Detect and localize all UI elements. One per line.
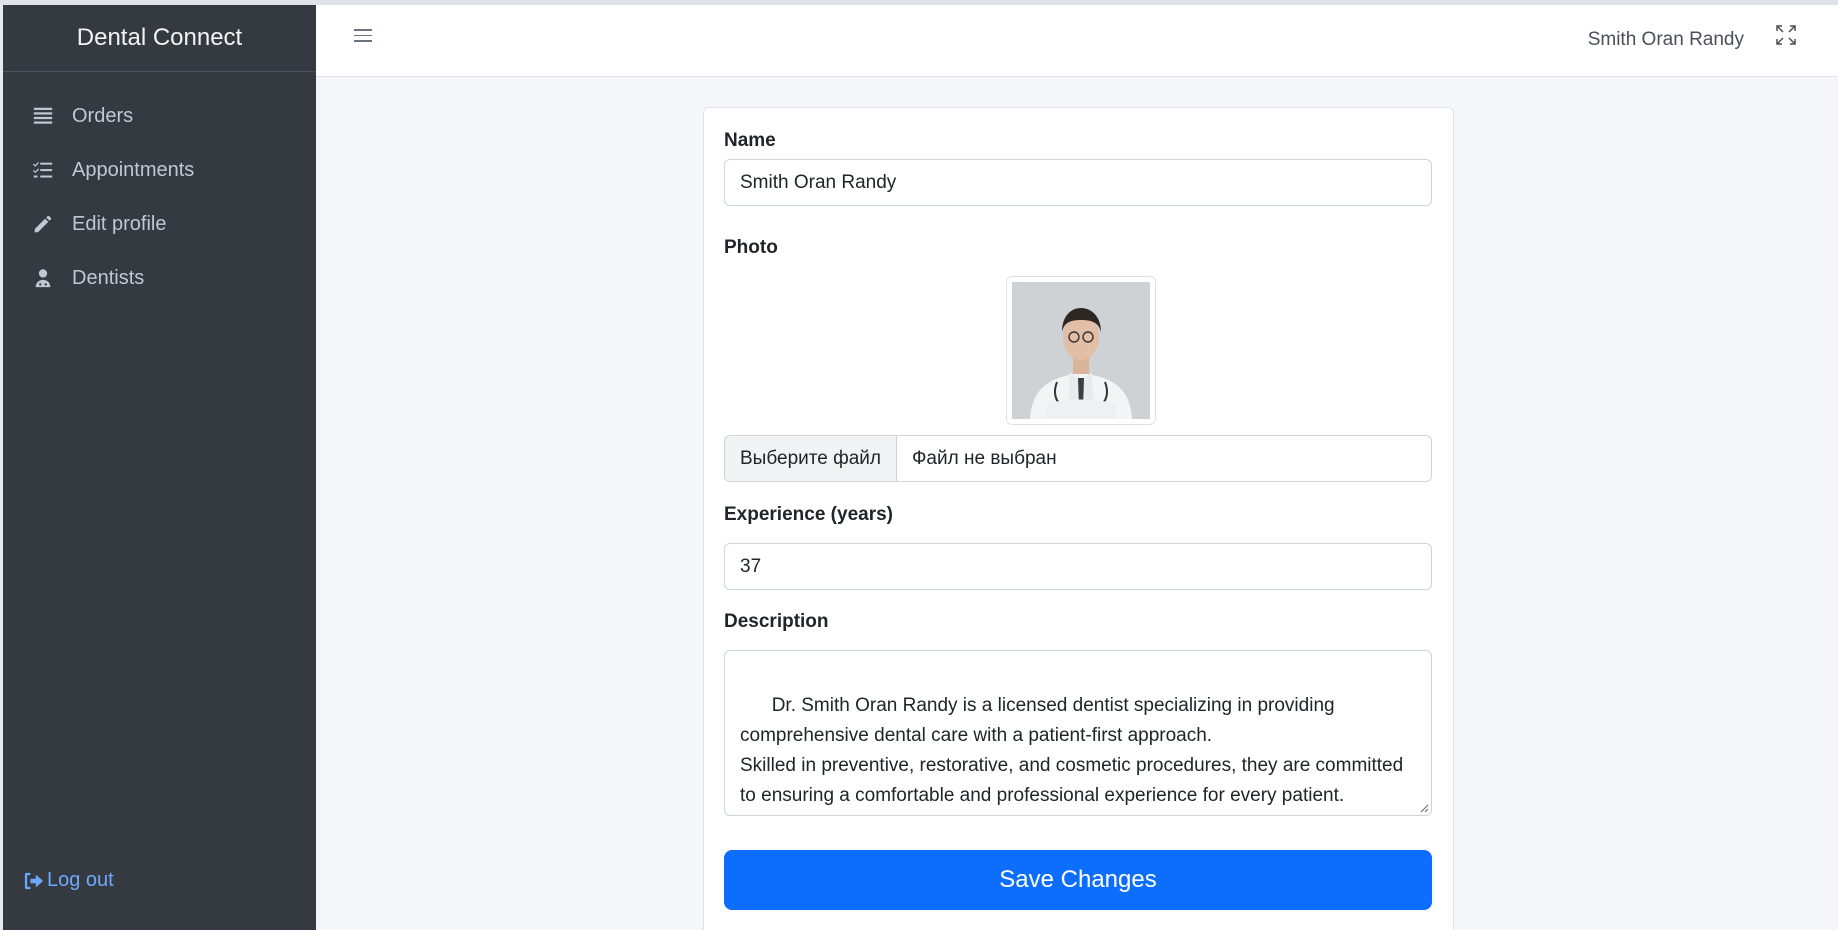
logout-label: Log out [47,869,114,891]
user-doctor-icon [31,266,55,290]
sign-out-icon [24,872,44,889]
description-label: Description [724,611,829,632]
choose-file-button[interactable]: Выберите файл [725,436,897,481]
name-input[interactable]: Smith Oran Randy [724,159,1432,206]
sidebar-item-appointments[interactable]: Appointments [3,143,316,197]
description-text: Dr. Smith Oran Randy is a licensed denti… [740,695,1404,806]
description-textarea[interactable]: Dr. Smith Oran Randy is a licensed denti… [724,650,1432,816]
header-user-name[interactable]: Smith Oran Randy [1588,29,1744,51]
resize-grip-icon[interactable] [1419,803,1429,813]
hamburger-menu-icon[interactable] [354,29,372,45]
save-changes-button[interactable]: Save Changes [724,850,1432,910]
doctor-photo [1012,282,1150,419]
sidebar-item-orders[interactable]: Orders [3,89,316,143]
logout-link[interactable]: Log out [23,869,114,892]
edit-profile-card: Name Smith Oran Randy Photo Выберите фай… [703,107,1454,930]
photo-file-input[interactable]: Выберите файл Файл не выбран [724,435,1432,482]
sidebar-nav: Orders Appointments Edit profile Dentist… [3,72,316,305]
sidebar-item-edit-profile[interactable]: Edit profile [3,197,316,251]
name-label: Name [724,130,776,151]
experience-input[interactable]: 37 [724,543,1432,590]
sidebar-item-label: Orders [72,104,134,127]
pencil-icon [31,212,55,236]
sidebar-item-dentists[interactable]: Dentists [3,251,316,305]
file-status-text: Файл не выбран [911,447,1057,469]
sidebar-item-label: Dentists [72,266,145,289]
brand-title[interactable]: Dental Connect [3,5,316,72]
checklist-icon [31,158,55,182]
profile-photo [1006,276,1156,425]
experience-label: Experience (years) [724,504,893,525]
photo-label: Photo [724,237,778,258]
list-icon [31,104,55,128]
sidebar-item-label: Edit profile [72,212,167,235]
sidebar: Dental Connect Orders Appointments Edit … [3,5,316,930]
top-header: Smith Oran Randy [316,5,1838,77]
fullscreen-icon[interactable] [1774,23,1798,47]
sidebar-item-label: Appointments [72,158,195,181]
app-frame: Dental Connect Orders Appointments Edit … [3,5,1838,930]
